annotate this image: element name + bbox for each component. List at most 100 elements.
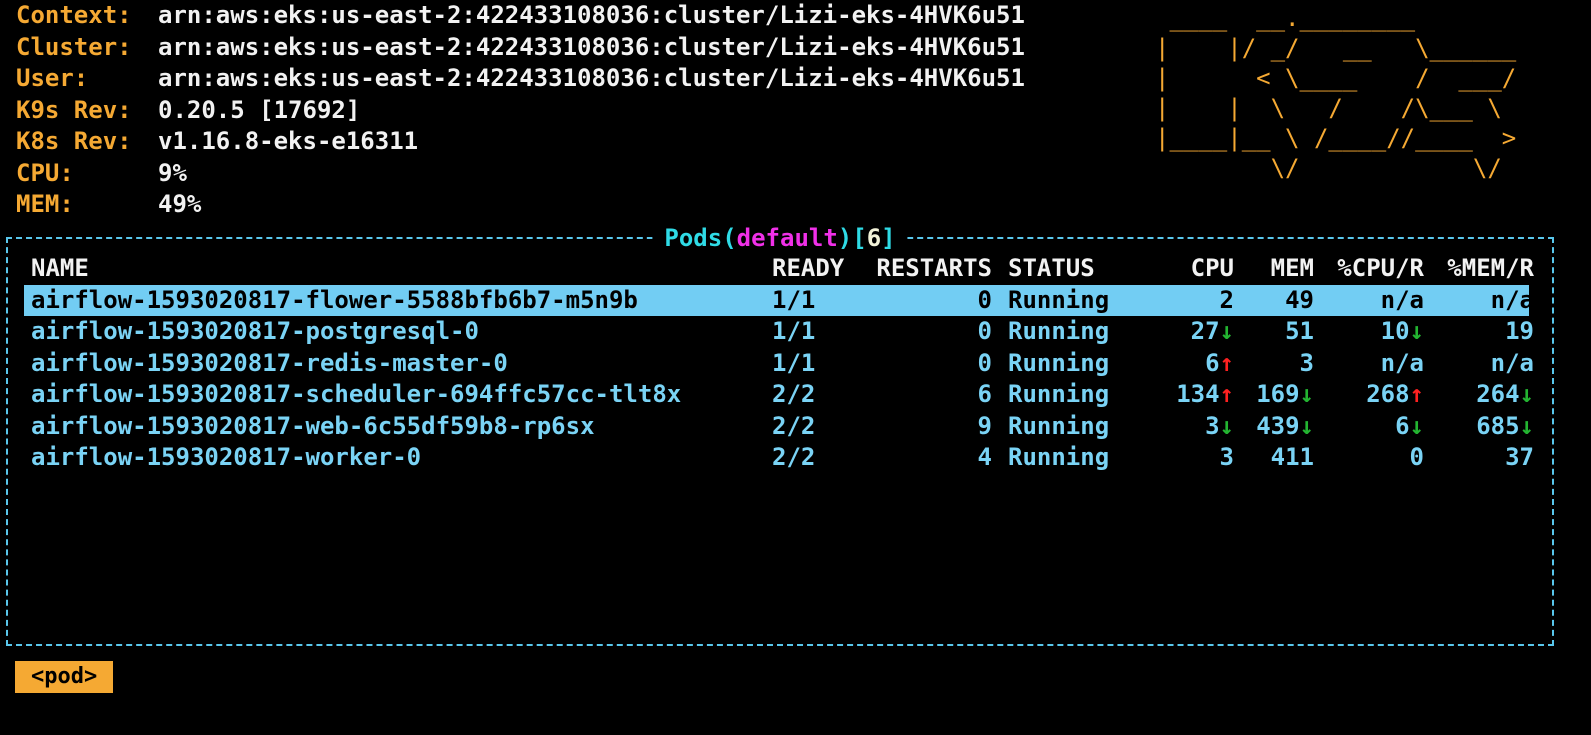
- pod-ready: 2/2: [772, 442, 815, 474]
- pod-mem-request-pct-value: 685: [1476, 411, 1520, 440]
- info-key: Cluster:: [16, 32, 132, 61]
- pod-status-value: Running: [1008, 285, 1110, 314]
- pod-cpu-request-pct-value: 268: [1366, 380, 1410, 408]
- pod-cpu: 6↑: [1144, 348, 1234, 380]
- trend-down-icon: ↓: [1519, 380, 1534, 408]
- column-header-status[interactable]: STATUS: [1008, 253, 1095, 285]
- pod-cpu-request-pct-value: 0: [1409, 443, 1424, 471]
- pod-mem-value: 169: [1256, 380, 1300, 408]
- pod-status: Running: [1008, 316, 1109, 348]
- pod-ready-value: 1/1: [772, 317, 816, 345]
- pod-cpu-value: 2: [1219, 285, 1234, 314]
- info-row: K9s Rev: 0.20.5 [17692]: [16, 95, 1025, 127]
- column-header-cpu-request[interactable]: %CPU/R: [1304, 253, 1424, 285]
- info-row: Cluster: arn:aws:eks:us-east-2:4224331080…: [16, 32, 1025, 64]
- pod-mem-request-pct: 264↓: [1424, 379, 1534, 411]
- pod-cpu: 3: [1144, 442, 1234, 474]
- pod-restarts: 4: [864, 442, 992, 474]
- trend-down-icon: ↓: [1519, 411, 1534, 440]
- info-key: K8s Rev:: [16, 127, 132, 155]
- table-row[interactable]: airflow-1593020817-web-6c55df59b8-rp6sx 2…: [24, 411, 1534, 443]
- pod-ready-value: 1/1: [772, 285, 816, 314]
- pod-cpu-request-pct-value: n/a: [1380, 348, 1424, 377]
- resource-crumb: <pod>: [15, 661, 114, 693]
- trend-down-icon: ↓: [1219, 317, 1234, 345]
- pod-ready: 1/1: [772, 285, 815, 317]
- pod-cpu: 2: [1144, 285, 1234, 317]
- column-header-restarts[interactable]: RESTARTS: [864, 253, 992, 285]
- info-key: MEM:: [16, 190, 74, 218]
- pod-status: Running: [1008, 442, 1109, 474]
- pod-cpu-value: 134: [1176, 380, 1220, 408]
- info-value: v1.16.8-eks-e16311: [158, 127, 419, 155]
- pod-cpu-value: 27: [1190, 317, 1220, 345]
- pod-ready: 2/2: [772, 379, 815, 411]
- pod-name-value: airflow-1593020817-flower-5588bfb6b7-m5n…: [31, 285, 638, 314]
- pod-mem: 169↓: [1234, 379, 1314, 411]
- pod-restarts-value: 9: [977, 411, 992, 440]
- pod-mem-request-pct: 19: [1424, 316, 1534, 348]
- pod-ready: 1/1: [772, 348, 815, 380]
- pod-name-value: airflow-1593020817-scheduler-694ffc57cc-…: [31, 380, 682, 408]
- pod-mem: 49: [1234, 285, 1314, 317]
- pod-mem-request-pct: 685↓: [1424, 411, 1534, 443]
- pod-mem-request-pct-value: n/a: [1490, 285, 1534, 314]
- column-header-ready[interactable]: READY: [772, 253, 844, 285]
- pod-name: airflow-1593020817-web-6c55df59b8-rp6sx: [31, 411, 595, 443]
- pod-restarts: 9: [864, 411, 992, 443]
- column-header-name[interactable]: NAME: [31, 253, 89, 285]
- info-key: Context:: [16, 1, 132, 29]
- pod-mem: 3: [1234, 348, 1314, 380]
- pod-cpu: 3↓: [1144, 411, 1234, 443]
- pod-ready: 2/2: [772, 411, 815, 443]
- pod-mem-request-pct: 37: [1424, 442, 1534, 474]
- pod-name: airflow-1593020817-scheduler-694ffc57cc-…: [31, 379, 681, 411]
- table-row[interactable]: airflow-1593020817-worker-0 2/2 4 Running 3 4…: [24, 442, 1534, 474]
- pod-mem-request-pct-value: 264: [1476, 380, 1520, 408]
- pod-name-value: airflow-1593020817-postgresql-0: [31, 317, 479, 345]
- panel-namespace: default: [736, 224, 838, 252]
- info-value: arn:aws:eks:us-east-2:422433108036:clust…: [158, 32, 1025, 61]
- table-row[interactable]: airflow-1593020817-redis-master-0 1/1 0 Run…: [24, 348, 1534, 380]
- table-row[interactable]: airflow-1593020817-flower-5588bfb6b7-m5n…: [24, 284, 1534, 317]
- pod-mem-request-pct: n/a: [1424, 285, 1534, 317]
- pod-status-value: Running: [1008, 317, 1110, 345]
- column-header-mem[interactable]: MEM: [1234, 253, 1314, 285]
- pod-cpu: 27↓: [1144, 316, 1234, 348]
- pod-status: Running: [1008, 285, 1109, 317]
- table-row[interactable]: airflow-1593020817-scheduler-694ffc57cc-…: [24, 379, 1534, 411]
- pod-status: Running: [1008, 379, 1109, 411]
- pod-restarts-value: 4: [977, 443, 992, 471]
- trend-down-icon: ↓: [1409, 317, 1424, 345]
- info-row: MEM: 49%: [16, 189, 1025, 221]
- pod-restarts-value: 6: [977, 380, 992, 408]
- pod-mem: 51: [1234, 316, 1314, 348]
- pod-status-value: Running: [1008, 443, 1110, 471]
- pod-ready-value: 2/2: [772, 380, 816, 408]
- info-key: CPU:: [16, 158, 74, 187]
- info-value: 49%: [158, 190, 202, 218]
- column-header-cpu[interactable]: CPU: [1144, 253, 1234, 285]
- pod-restarts-value: 0: [977, 348, 992, 377]
- k9s-logo: ____ __.________ | |/ _/ __ \______ | < …: [1155, 4, 1517, 182]
- pod-cpu-request-pct: n/a: [1304, 285, 1424, 317]
- info-value: arn:aws:eks:us-east-2:422433108036:clust…: [158, 1, 1025, 29]
- pod-restarts: 0: [864, 348, 992, 380]
- cluster-info: Context: arn:aws:eks:us-east-2:4224331080…: [16, 0, 1025, 221]
- trend-down-icon: ↓: [1219, 411, 1234, 440]
- pod-cpu-request-pct: 6↓: [1304, 411, 1424, 443]
- column-header-mem-request[interactable]: %MEM/R: [1424, 253, 1534, 285]
- info-value: 0.20.5 [17692]: [158, 95, 361, 124]
- info-key: K9s Rev:: [16, 95, 132, 124]
- pod-cpu-request-pct: 10↓: [1304, 316, 1424, 348]
- table-row[interactable]: airflow-1593020817-postgresql-0 1/1 0 Runni…: [24, 316, 1534, 348]
- pod-mem-value: 439: [1256, 411, 1300, 440]
- pod-cpu-request-pct-value: n/a: [1380, 285, 1424, 314]
- pod-cpu-request-pct-value: 6: [1395, 411, 1410, 440]
- table-header: NAME READY RESTARTS STATUS CPU MEM %CPU/…: [24, 253, 1534, 285]
- pod-cpu-request-pct: 0: [1304, 442, 1424, 474]
- pod-status-value: Running: [1008, 411, 1110, 440]
- pod-mem-request-pct-value: n/a: [1490, 348, 1534, 377]
- info-value: arn:aws:eks:us-east-2:422433108036:clust…: [158, 64, 1025, 92]
- pod-status: Running: [1008, 348, 1109, 380]
